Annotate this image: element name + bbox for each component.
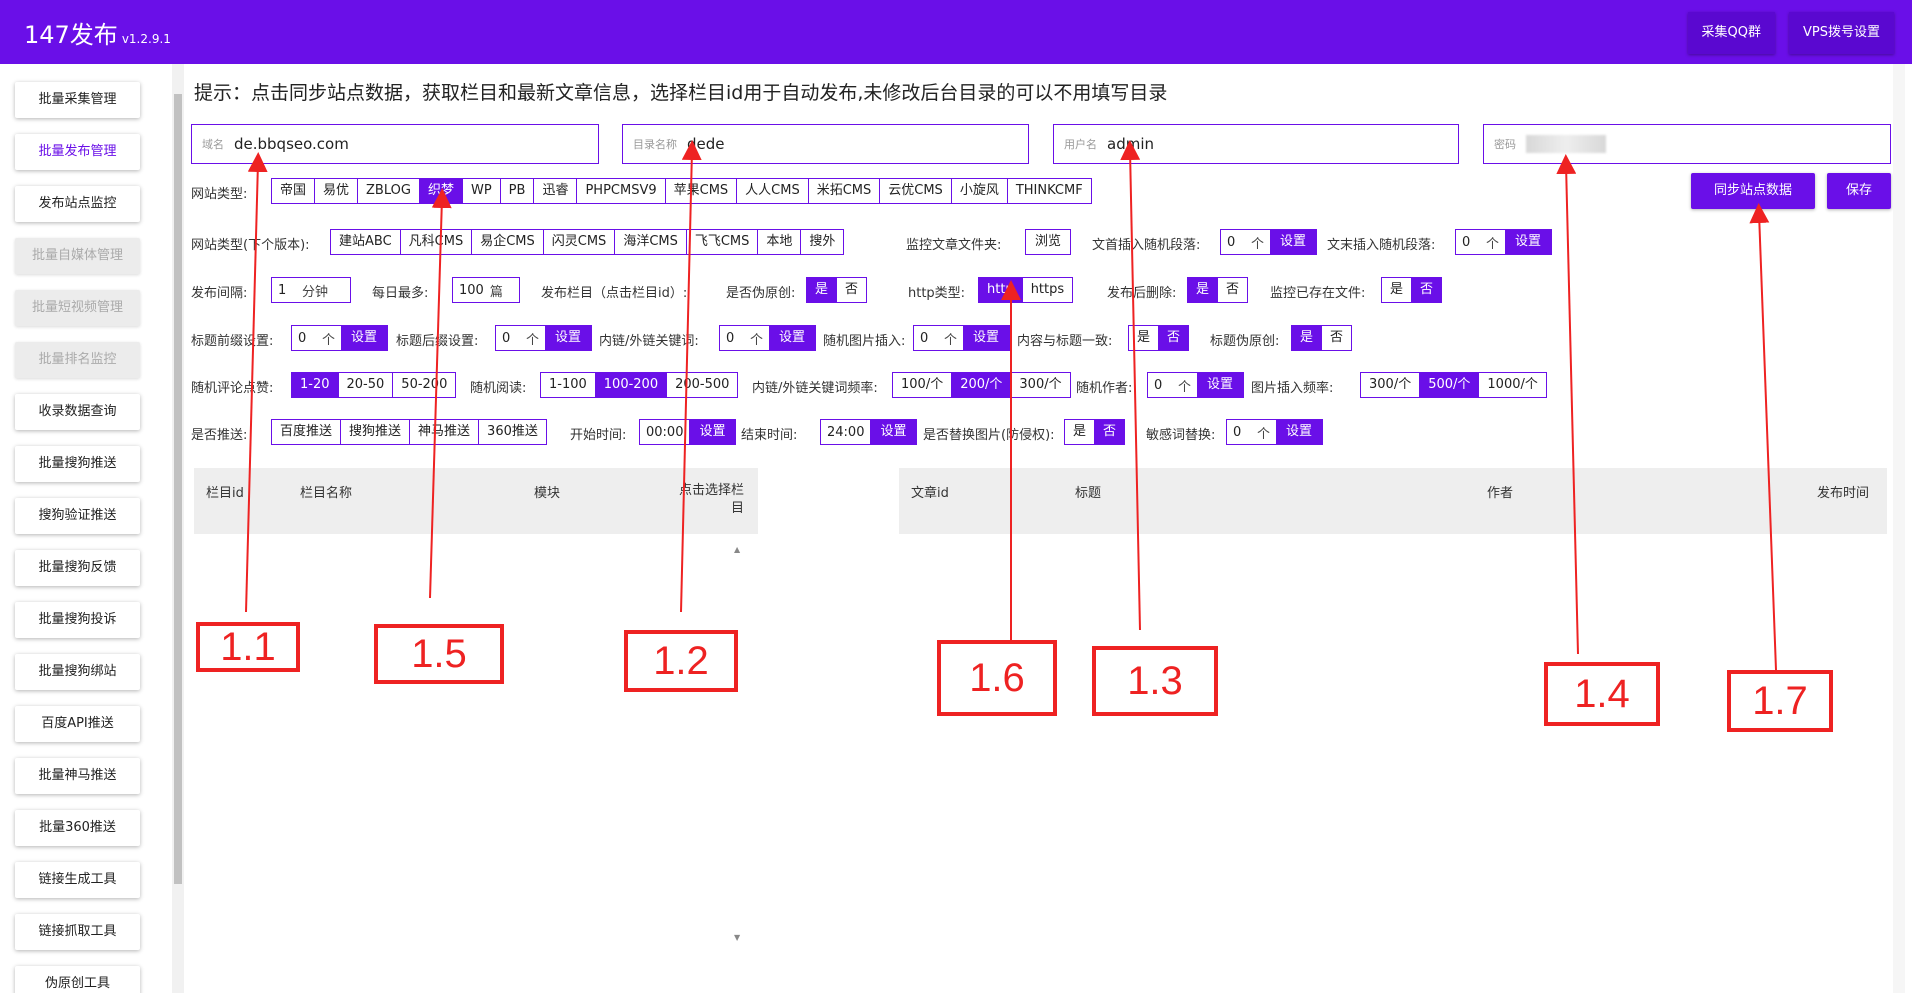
- annotation-arrows: [245, 140, 1777, 671]
- arrow-1-3: [1120, 140, 1141, 631]
- annotation-1-6: 1.6: [937, 640, 1057, 716]
- arrow-1-1: [245, 152, 268, 613]
- arrow-1-4: [1556, 154, 1579, 655]
- annotation-1-1: 1.1: [196, 622, 300, 672]
- annotation-1-3: 1.3: [1092, 646, 1218, 716]
- arrow-1-2: [680, 140, 702, 613]
- annotation-1-5: 1.5: [374, 624, 504, 684]
- app-window: 147发布 v1.2.9.1 采集QQ群 VPS拨号设置 批量采集管理 批量发布管理…: [0, 0, 1912, 993]
- annotation-1-2: 1.2: [624, 630, 738, 692]
- annotation-1-7: 1.7: [1727, 670, 1833, 732]
- arrow-1-7: [1749, 203, 1777, 671]
- annotation-1-4: 1.4: [1544, 662, 1660, 726]
- arrow-1-5: [429, 188, 452, 599]
